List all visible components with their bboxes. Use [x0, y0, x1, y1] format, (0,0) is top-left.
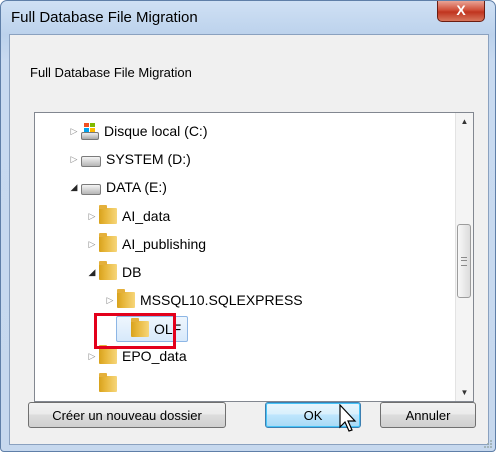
tree-item-label: AI_publishing	[122, 236, 207, 252]
tree-item-label: MSSQL10.SQLEXPRESS	[140, 292, 303, 308]
tree-item-disque-local-c[interactable]: ▷ Disque local (C:)	[67, 119, 207, 143]
new-folder-button[interactable]: Créer un nouveau dossier	[28, 402, 226, 428]
tree-item-label: SYSTEM (D:)	[106, 151, 191, 167]
expand-arrow-icon[interactable]: ▷	[67, 154, 81, 165]
tree-item-label: AI_data	[122, 208, 171, 224]
grip-icon	[461, 257, 467, 266]
tree-item-label: EPO_data	[122, 348, 187, 364]
tree-item-data-e[interactable]: ◢ DATA (E:)	[67, 175, 167, 199]
dialog-description: Full Database File Migration	[30, 65, 192, 80]
tree-item-ai-publishing[interactable]: ▷ AI_publishing	[85, 232, 206, 256]
folder-icon	[99, 233, 117, 252]
tree-item-db[interactable]: ◢ DB	[85, 260, 141, 284]
tree-item-ai-data[interactable]: ▷ AI_data	[85, 204, 170, 228]
highlight-box	[94, 313, 176, 349]
expand-arrow-icon[interactable]: ▷	[85, 351, 99, 362]
drive-icon	[81, 183, 101, 195]
cancel-button[interactable]: Annuler	[380, 402, 476, 428]
windows-drive-icon	[81, 123, 99, 140]
mouse-cursor-icon	[339, 404, 357, 432]
folder-icon	[99, 205, 117, 224]
resize-grip-icon[interactable]	[483, 439, 493, 449]
title-bar[interactable]: Full Database File Migration X	[1, 1, 495, 33]
tree-item-system-d[interactable]: ▷ SYSTEM (D:)	[67, 147, 191, 171]
dialog-window: Full Database File Migration X Full Data…	[0, 0, 496, 452]
expand-arrow-icon[interactable]: ▷	[85, 211, 99, 222]
expand-arrow-icon[interactable]: ▷	[85, 239, 99, 250]
folder-tree[interactable]: ▷ Disque local (C:) ▷ SYSTEM (D:) ◢ DATA…	[34, 112, 474, 402]
folder-icon	[99, 261, 117, 280]
expand-arrow-icon[interactable]: ▷	[103, 295, 117, 306]
window-title: Full Database File Migration	[11, 9, 198, 26]
tree-item-label: DB	[122, 264, 142, 280]
folder-icon	[99, 345, 117, 364]
tree-item-mssql10-sqlexpress[interactable]: ▷ MSSQL10.SQLEXPRESS	[103, 288, 303, 312]
scrollbar-thumb[interactable]	[457, 224, 471, 298]
close-button[interactable]: X	[437, 1, 485, 22]
expand-arrow-icon[interactable]: ▷	[67, 126, 81, 137]
scroll-down-arrow-icon[interactable]: ▼	[456, 384, 473, 401]
collapse-arrow-icon[interactable]: ◢	[67, 182, 81, 193]
close-icon: X	[456, 2, 466, 18]
collapse-arrow-icon[interactable]: ◢	[85, 267, 99, 278]
drive-icon	[81, 155, 101, 167]
tree-item-partial	[99, 372, 122, 396]
scroll-up-arrow-icon[interactable]: ▲	[456, 113, 473, 130]
tree-item-label: DATA (E:)	[106, 179, 167, 195]
folder-icon	[117, 289, 135, 308]
dialog-client-area: Full Database File Migration ▷ Disque lo…	[9, 34, 489, 445]
folder-icon	[99, 373, 117, 392]
tree-item-label: Disque local (C:)	[104, 123, 208, 139]
vertical-scrollbar[interactable]: ▲ ▼	[455, 113, 473, 401]
